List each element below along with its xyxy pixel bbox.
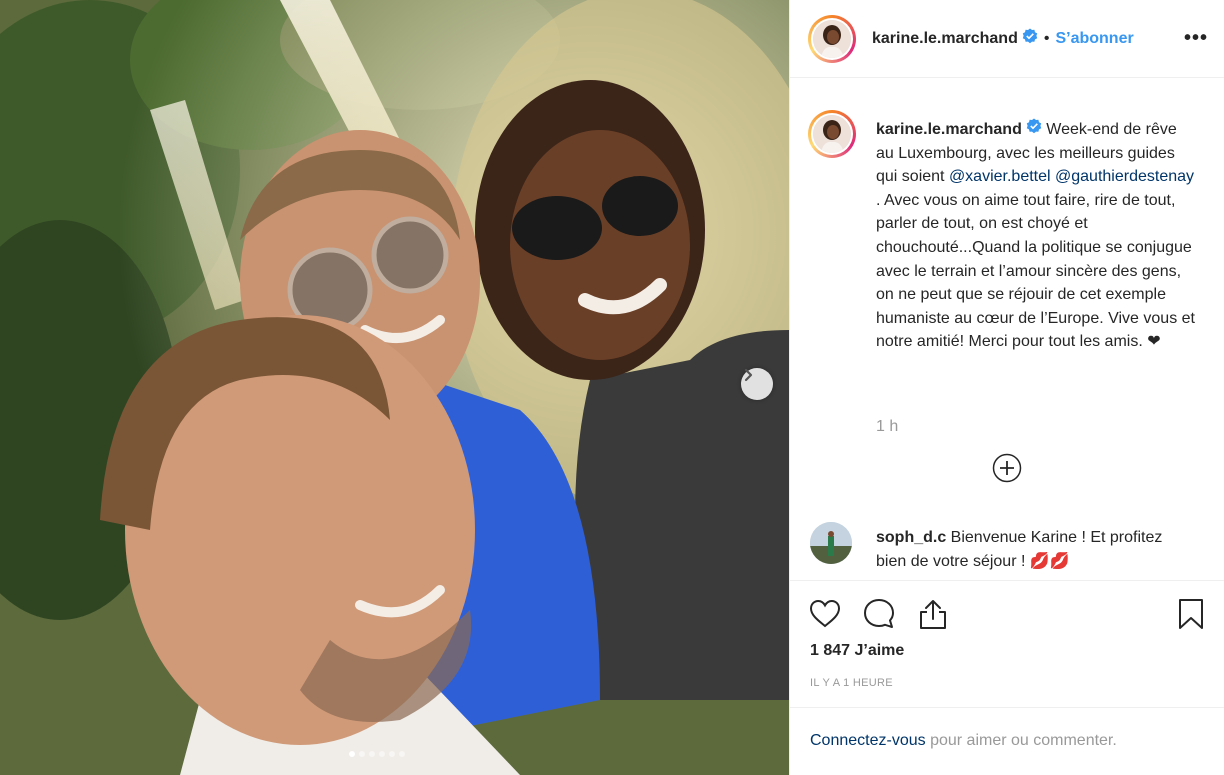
photo-illustration bbox=[0, 0, 789, 775]
carousel-dot bbox=[358, 751, 365, 757]
like-button[interactable] bbox=[808, 597, 842, 631]
share-icon bbox=[920, 600, 946, 629]
caption-username[interactable]: karine.le.marchand bbox=[876, 121, 1022, 138]
load-more-comments-button[interactable] bbox=[992, 453, 1022, 483]
profile-photo-icon bbox=[813, 19, 851, 58]
carousel-next-button[interactable] bbox=[741, 368, 773, 400]
login-prompt-text: pour aimer ou commenter. bbox=[925, 732, 1117, 749]
profile-photo-icon bbox=[810, 522, 852, 564]
post-photo[interactable] bbox=[0, 0, 789, 775]
comments-section: karine.le.marchand Week-end de rêve au L… bbox=[790, 78, 1224, 580]
bookmark-icon bbox=[1179, 599, 1203, 629]
author-avatar[interactable] bbox=[808, 14, 856, 63]
carousel-dot bbox=[398, 751, 405, 757]
caption-author-avatar[interactable] bbox=[808, 110, 856, 158]
comment-bubble-icon bbox=[864, 599, 894, 628]
caption-body-end: . Avec vous on aime tout faire, rire de … bbox=[876, 191, 1195, 351]
post-date[interactable]: IL Y A 1 HEURE bbox=[810, 677, 893, 689]
more-options-button[interactable]: ••• bbox=[1184, 27, 1208, 50]
verified-badge-icon bbox=[1026, 118, 1042, 142]
share-button[interactable] bbox=[916, 597, 950, 631]
header-separator: • bbox=[1043, 29, 1050, 47]
plus-circle-icon bbox=[992, 453, 1022, 483]
carousel-dot bbox=[368, 751, 375, 757]
login-link[interactable]: Connectez-vous bbox=[810, 732, 926, 749]
commenter-avatar[interactable] bbox=[810, 522, 852, 564]
carousel-dot bbox=[378, 751, 385, 757]
save-button[interactable] bbox=[1174, 597, 1208, 631]
author-username[interactable]: karine.le.marchand bbox=[872, 30, 1018, 48]
caption-timestamp[interactable]: 1 h bbox=[876, 418, 898, 436]
carousel-dot bbox=[388, 751, 395, 757]
verified-badge-icon bbox=[1022, 28, 1038, 49]
carousel-indicator bbox=[0, 751, 789, 757]
comment-button[interactable] bbox=[862, 597, 896, 631]
likes-count[interactable]: 1 847 J’aime bbox=[810, 642, 904, 660]
follow-button[interactable]: S’abonner bbox=[1055, 30, 1133, 48]
chevron-right-icon bbox=[744, 368, 753, 382]
mention-link[interactable]: @xavier.bettel bbox=[949, 168, 1051, 185]
post-actions: 1 847 J’aime IL Y A 1 HEURE bbox=[790, 580, 1224, 707]
caption-text: karine.le.marchand Week-end de rêve au L… bbox=[876, 118, 1196, 354]
mention-link[interactable]: @gauthierdestenay bbox=[1055, 168, 1194, 185]
post-header: karine.le.marchand • S’abonner ••• bbox=[790, 0, 1224, 78]
heart-icon bbox=[809, 599, 841, 628]
login-prompt: Connectez-vous pour aimer ou commenter. bbox=[790, 707, 1224, 775]
comment-text: soph_d.c Bienvenue Karine ! Et profitez … bbox=[876, 526, 1196, 573]
instagram-post: karine.le.marchand • S’abonner ••• karin… bbox=[0, 0, 1224, 775]
profile-photo-icon bbox=[813, 115, 851, 153]
carousel-dot bbox=[348, 751, 355, 757]
post-sidebar: karine.le.marchand • S’abonner ••• karin… bbox=[789, 0, 1224, 775]
commenter-username[interactable]: soph_d.c bbox=[876, 529, 946, 546]
